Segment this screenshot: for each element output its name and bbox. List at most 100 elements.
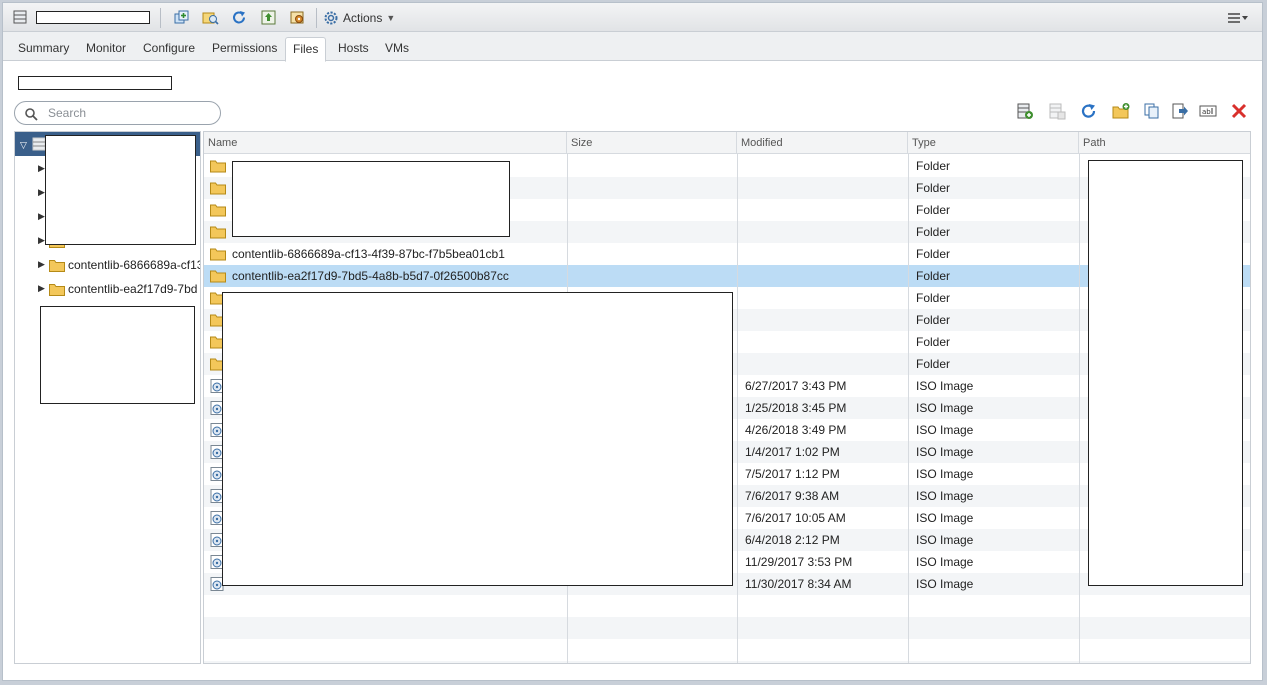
search-icon bbox=[25, 108, 38, 121]
new-folder-icon[interactable] bbox=[1112, 102, 1130, 120]
register-vm-icon[interactable] bbox=[1016, 102, 1034, 120]
folder-icon bbox=[210, 226, 226, 239]
cell-modified bbox=[745, 287, 905, 309]
new-vm-icon[interactable] bbox=[173, 9, 190, 26]
column-header-name[interactable]: Name bbox=[204, 132, 567, 154]
move-icon[interactable] bbox=[1171, 102, 1189, 120]
folder-icon bbox=[210, 160, 226, 173]
delete-icon[interactable] bbox=[1230, 102, 1248, 120]
cell-type: ISO Image bbox=[916, 577, 974, 591]
toolbar-separator bbox=[316, 8, 317, 28]
tab-bar: Summary Monitor Configure Permissions Fi… bbox=[3, 32, 1262, 62]
settings-icon[interactable] bbox=[289, 9, 306, 26]
tab-monitor[interactable]: Monitor bbox=[84, 37, 128, 61]
cell-type: ISO Image bbox=[916, 489, 974, 503]
folder-tree: ▽ ▶ ▶ ▶ ▶ ▶ contentlib-6866689a-cf13 ▶ c… bbox=[14, 131, 201, 664]
folder-icon bbox=[210, 248, 226, 261]
upload-icon[interactable] bbox=[260, 9, 277, 26]
grid-header: Name Size Modified Type Path bbox=[204, 132, 1250, 154]
column-header-path[interactable]: Path bbox=[1079, 132, 1250, 154]
column-header-size[interactable]: Size bbox=[567, 132, 737, 154]
chevron-right-icon[interactable]: ▶ bbox=[38, 283, 45, 294]
object-name-redacted bbox=[36, 11, 150, 24]
search-box[interactable] bbox=[14, 101, 221, 125]
host-icon bbox=[13, 10, 27, 24]
cell-type: ISO Image bbox=[916, 379, 974, 393]
cell-type: ISO Image bbox=[916, 467, 974, 481]
rename-icon[interactable]: ab bbox=[1199, 102, 1217, 120]
column-divider bbox=[1079, 154, 1080, 663]
cell-type: Folder bbox=[916, 313, 951, 327]
column-divider bbox=[908, 154, 909, 663]
chevron-right-icon[interactable]: ▶ bbox=[38, 163, 45, 174]
refresh-icon[interactable] bbox=[231, 9, 248, 26]
tab-files[interactable]: Files bbox=[285, 37, 327, 62]
cell-size bbox=[570, 155, 732, 177]
cell-modified bbox=[745, 155, 905, 177]
redacted-area bbox=[40, 306, 195, 404]
cell-modified bbox=[745, 331, 905, 353]
cell-modified bbox=[745, 243, 905, 265]
copy-icon[interactable] bbox=[1143, 102, 1161, 120]
cell-modified: 1/4/2017 1:02 PM bbox=[745, 445, 840, 459]
tree-item-label: contentlib-ea2f17d9-7bd bbox=[68, 282, 198, 296]
cell-modified: 6/27/2017 3:43 PM bbox=[745, 379, 847, 393]
cell-name: contentlib-ea2f17d9-7bd5-4a8b-b5d7-0f265… bbox=[232, 269, 509, 283]
tab-configure[interactable]: Configure bbox=[141, 37, 197, 61]
tab-hosts[interactable]: Hosts bbox=[336, 37, 371, 61]
datastore-icon bbox=[32, 137, 46, 151]
cell-type: ISO Image bbox=[916, 423, 974, 437]
cell-modified bbox=[745, 265, 905, 287]
cell-type: Folder bbox=[916, 225, 951, 239]
cell-type: Folder bbox=[916, 269, 951, 283]
refresh-icon[interactable] bbox=[1080, 102, 1098, 120]
cell-modified bbox=[745, 221, 905, 243]
empty-table-row bbox=[204, 661, 1250, 663]
cell-modified: 4/26/2018 3:49 PM bbox=[745, 423, 847, 437]
cell-type: ISO Image bbox=[916, 401, 974, 415]
tab-summary[interactable]: Summary bbox=[16, 37, 71, 61]
menu-icon[interactable] bbox=[1226, 10, 1250, 26]
cell-type: Folder bbox=[916, 247, 951, 261]
redacted-area bbox=[232, 161, 510, 237]
cell-type: Folder bbox=[916, 203, 951, 217]
cell-size bbox=[570, 177, 732, 199]
cell-size bbox=[570, 199, 732, 221]
cell-size bbox=[570, 243, 732, 265]
chevron-right-icon[interactable]: ▶ bbox=[38, 187, 45, 198]
cell-modified: 6/4/2018 2:12 PM bbox=[745, 533, 840, 547]
cell-modified: 11/30/2017 8:34 AM bbox=[745, 577, 852, 591]
cell-name: contentlib-6866689a-cf13-4f39-87bc-f7b5b… bbox=[232, 247, 505, 261]
files-grid: Name Size Modified Type Path Folder Folde… bbox=[203, 131, 1251, 664]
chevron-right-icon[interactable]: ▶ bbox=[38, 259, 45, 270]
browse-icon[interactable] bbox=[202, 9, 219, 26]
tab-permissions[interactable]: Permissions bbox=[210, 37, 279, 61]
cell-type: Folder bbox=[916, 291, 951, 305]
search-input[interactable] bbox=[46, 104, 214, 122]
svg-text:ab: ab bbox=[1202, 108, 1211, 116]
folder-icon bbox=[210, 270, 226, 283]
cell-modified bbox=[745, 177, 905, 199]
column-header-type[interactable]: Type bbox=[908, 132, 1079, 154]
chevron-right-icon[interactable]: ▶ bbox=[38, 235, 45, 246]
actions-menu-button[interactable]: Actions ▼ bbox=[323, 9, 395, 27]
tree-item-label: contentlib-6866689a-cf13 bbox=[68, 258, 201, 272]
cell-modified: 7/6/2017 9:38 AM bbox=[745, 489, 840, 503]
cell-type: ISO Image bbox=[916, 533, 974, 547]
chevron-down-icon: ▼ bbox=[386, 13, 396, 23]
cell-modified: 1/25/2018 3:45 PM bbox=[745, 401, 847, 415]
cell-type: ISO Image bbox=[916, 555, 974, 569]
tree-item-contentlib-ea2f17d9[interactable]: ▶ contentlib-ea2f17d9-7bd bbox=[15, 278, 200, 300]
cell-type: Folder bbox=[916, 335, 951, 349]
chevron-down-icon[interactable]: ▽ bbox=[20, 140, 27, 151]
datastore-title-redacted bbox=[18, 76, 172, 90]
column-header-modified[interactable]: Modified bbox=[737, 132, 908, 154]
folder-icon bbox=[49, 260, 65, 272]
chevron-right-icon[interactable]: ▶ bbox=[38, 211, 45, 222]
actions-gear-icon bbox=[324, 11, 338, 25]
tree-item-contentlib-6866689a[interactable]: ▶ contentlib-6866689a-cf13 bbox=[15, 254, 200, 276]
cell-type: ISO Image bbox=[916, 445, 974, 459]
cell-size bbox=[570, 265, 732, 287]
tab-vms[interactable]: VMs bbox=[383, 37, 411, 61]
cell-type: Folder bbox=[916, 357, 951, 371]
